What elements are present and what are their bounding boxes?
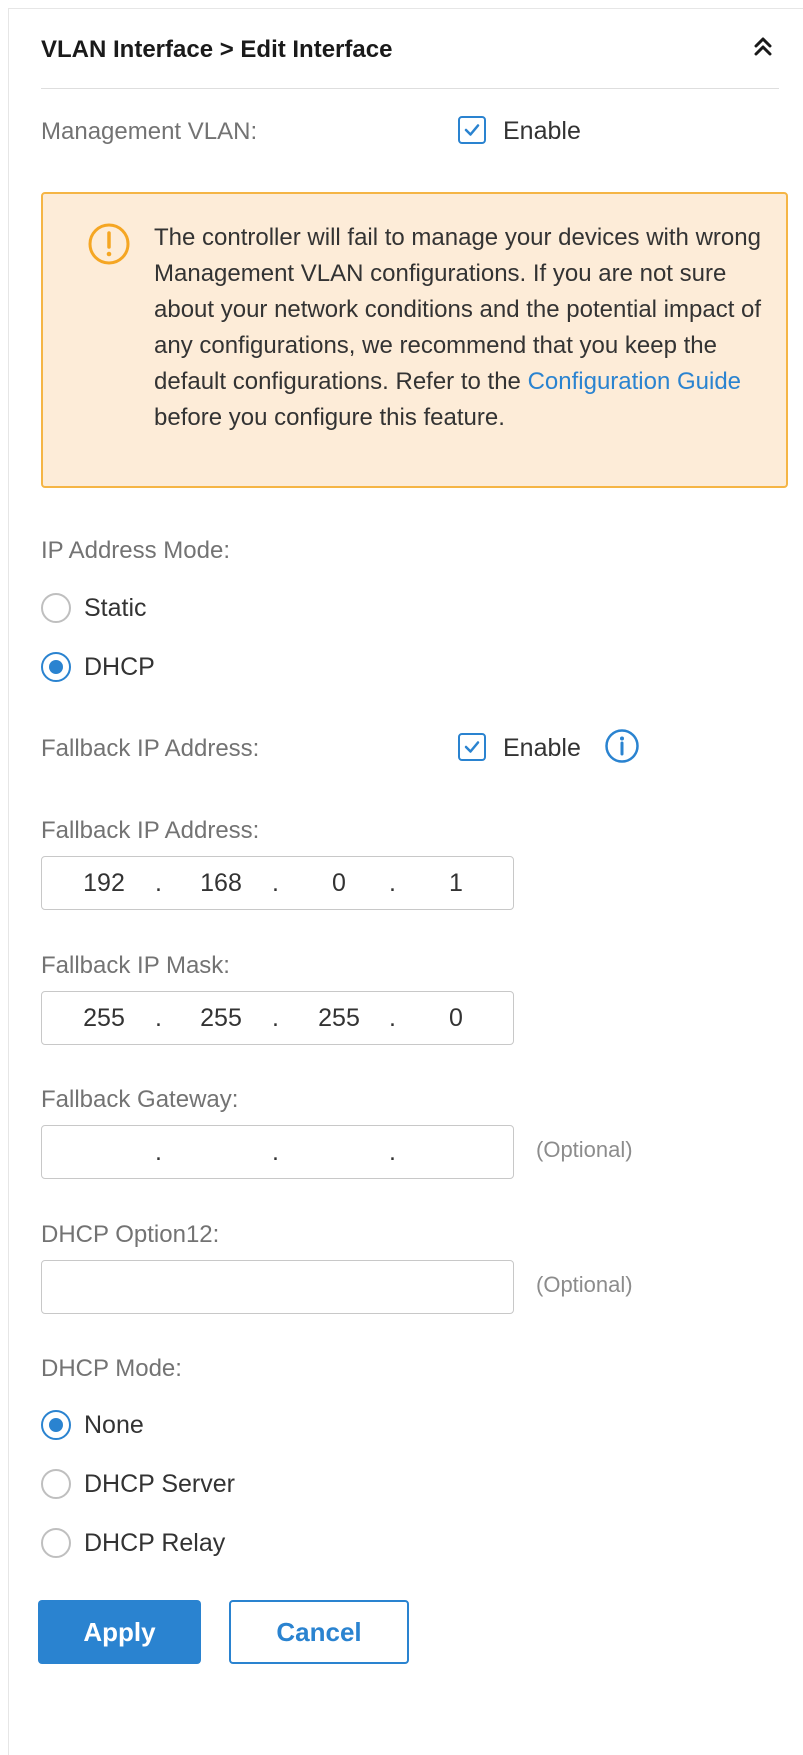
ip-octet-3[interactable]: 0 xyxy=(299,869,379,898)
fallback-gateway-optional-hint: (Optional) xyxy=(536,1137,633,1162)
ip-dot-separator: . xyxy=(389,1138,396,1166)
ip-address-mode-label: IP Address Mode: xyxy=(41,537,230,564)
fallback-ip-mask-input[interactable]: 255 . 255 . 255 . 0 xyxy=(41,991,514,1045)
warning-circle-icon xyxy=(88,223,130,265)
fallback-gateway-input[interactable]: . . . xyxy=(41,1125,514,1179)
mask-octet-3[interactable]: 255 xyxy=(299,1004,379,1033)
mask-octet-2[interactable]: 255 xyxy=(181,1004,261,1033)
warning-text-part: before you configure this feature. xyxy=(154,404,505,431)
info-icon[interactable] xyxy=(604,728,640,764)
radio-dhcp-server[interactable] xyxy=(41,1469,71,1499)
warning-text: The controller will fail to manage your … xyxy=(154,220,770,436)
fallback-gateway-label: Fallback Gateway: xyxy=(41,1086,239,1113)
ip-dot-separator: . xyxy=(272,1004,279,1032)
ip-dot-separator: . xyxy=(389,869,396,897)
warning-box: The controller will fail to manage your … xyxy=(41,192,788,488)
radio-dhcp-relay[interactable] xyxy=(41,1528,71,1558)
ip-dot-separator: . xyxy=(272,1138,279,1166)
mask-octet-1[interactable]: 255 xyxy=(64,1004,144,1033)
checkmark-icon xyxy=(464,741,480,753)
radio-dhcp[interactable] xyxy=(41,652,71,682)
fallback-ip-mask-label: Fallback IP Mask: xyxy=(41,952,230,979)
radio-selected-dot xyxy=(49,660,63,674)
fallback-ip-address-input[interactable]: 192 . 168 . 0 . 1 xyxy=(41,856,514,910)
radio-dhcp-mode-none[interactable] xyxy=(41,1410,71,1440)
apply-button[interactable]: Apply xyxy=(38,1600,201,1664)
ip-octet-4[interactable]: 1 xyxy=(416,869,496,898)
radio-static[interactable] xyxy=(41,593,71,623)
ip-octet-1[interactable]: 192 xyxy=(64,869,144,898)
cancel-button[interactable]: Cancel xyxy=(229,1600,409,1664)
ip-dot-separator: . xyxy=(272,869,279,897)
ip-dot-separator: . xyxy=(389,1004,396,1032)
fallback-ip-enable-label: Fallback IP Address: xyxy=(41,735,260,762)
page-title: VLAN Interface > Edit Interface xyxy=(41,36,393,63)
management-vlan-checkbox[interactable] xyxy=(458,116,486,144)
checkmark-icon xyxy=(464,124,480,136)
dhcp-option12-input[interactable] xyxy=(41,1260,514,1314)
radio-dhcp-server-label[interactable]: DHCP Server xyxy=(84,1470,235,1499)
ip-octet-2[interactable]: 168 xyxy=(181,869,261,898)
radio-dhcp-label[interactable]: DHCP xyxy=(84,653,155,682)
radio-static-label[interactable]: Static xyxy=(84,594,147,623)
ip-dot-separator: . xyxy=(155,869,162,897)
mask-octet-4[interactable]: 0 xyxy=(416,1004,496,1033)
chevron-double-up-icon[interactable] xyxy=(749,33,777,61)
radio-selected-dot xyxy=(49,1418,63,1432)
header-divider xyxy=(41,88,779,89)
management-vlan-enable-label: Enable xyxy=(503,117,581,145)
radio-dhcp-relay-label[interactable]: DHCP Relay xyxy=(84,1529,225,1558)
ip-dot-separator: . xyxy=(155,1138,162,1166)
dhcp-option12-label: DHCP Option12: xyxy=(41,1221,220,1248)
ip-dot-separator: . xyxy=(155,1004,162,1032)
dhcp-mode-label: DHCP Mode: xyxy=(41,1355,182,1382)
fallback-ip-checkbox[interactable] xyxy=(458,733,486,761)
radio-dhcp-mode-none-label[interactable]: None xyxy=(84,1411,144,1440)
management-vlan-label: Management VLAN: xyxy=(41,118,258,145)
fallback-ip-address-label: Fallback IP Address: xyxy=(41,817,260,844)
configuration-guide-link[interactable]: Configuration Guide xyxy=(528,368,741,395)
dhcp-option12-optional-hint: (Optional) xyxy=(536,1272,633,1297)
fallback-ip-enable-text: Enable xyxy=(503,734,581,762)
